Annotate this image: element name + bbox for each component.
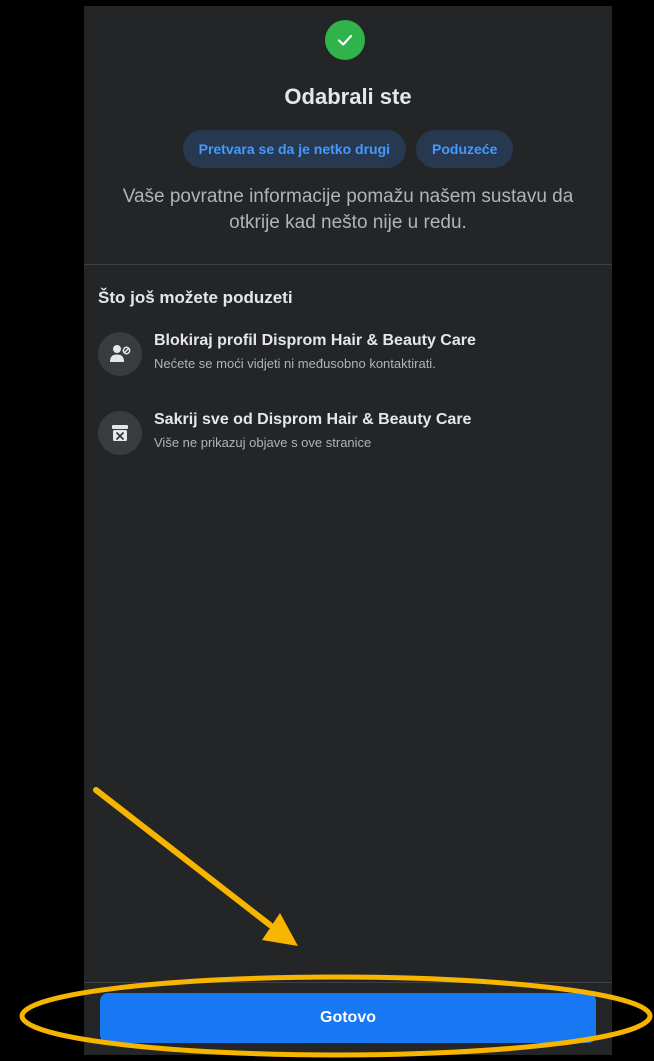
block-profile-subtitle: Nećete se moći vidjeti ni međusobno kont… [154, 356, 436, 371]
checkmark-icon [325, 20, 365, 60]
block-profile-icon [98, 332, 142, 376]
chip-impersonation[interactable]: Pretvara se da je netko drugi [182, 130, 407, 168]
done-button[interactable]: Gotovo [100, 993, 596, 1043]
feedback-description: Vaše povratne informacije pomažu našem s… [122, 186, 574, 233]
feedback-sheet: Odabrali ste Pretvara se da je netko dru… [84, 6, 612, 1055]
hide-all-option[interactable]: Sakrij sve od Disprom Hair & Beauty Care… [98, 411, 598, 467]
block-profile-title: Blokiraj profil Disprom Hair & Beauty Ca… [154, 332, 476, 349]
hide-all-subtitle: Više ne prikazuj objave s ove stranice [154, 435, 372, 450]
divider [84, 264, 612, 265]
hide-all-title: Sakrij sve od Disprom Hair & Beauty Care [154, 411, 472, 428]
page-title: Odabrali ste [284, 84, 412, 109]
chip-business[interactable]: Poduzeće [416, 130, 514, 168]
selected-reasons: Pretvara se da je netko drugi Poduzeće [84, 130, 612, 168]
hide-all-icon [98, 411, 142, 455]
section-title: Što još možete poduzeti [98, 288, 293, 307]
block-profile-option[interactable]: Blokiraj profil Disprom Hair & Beauty Ca… [98, 332, 598, 388]
